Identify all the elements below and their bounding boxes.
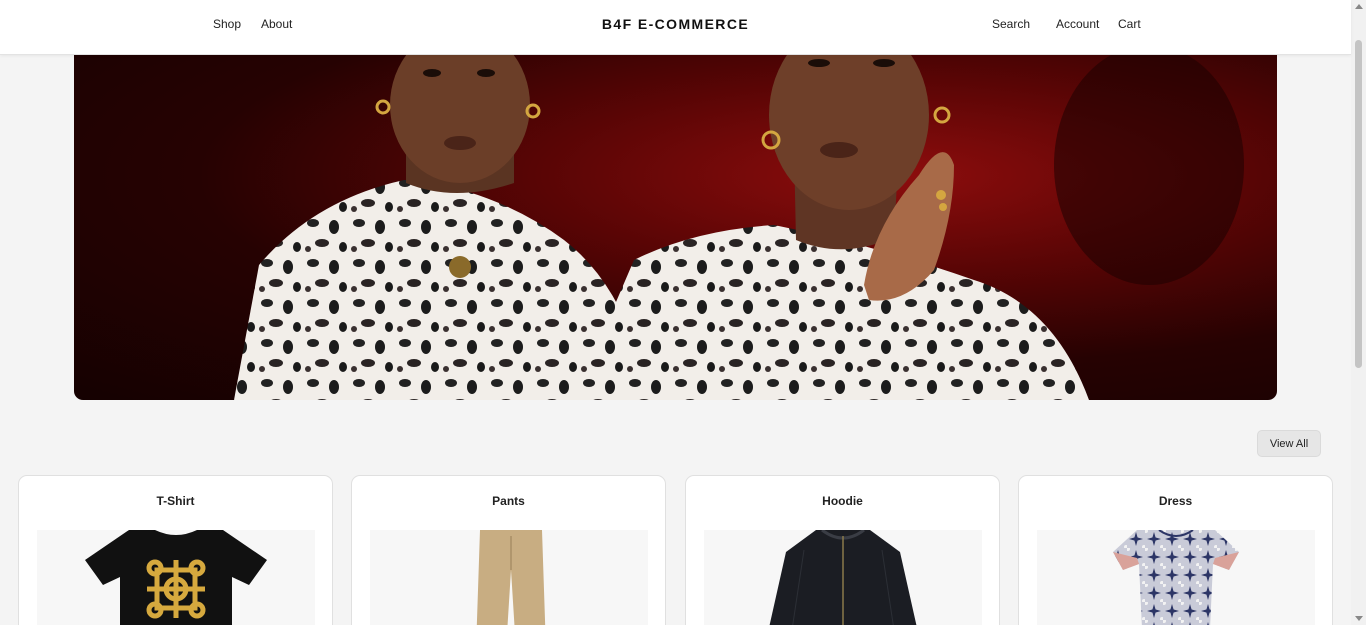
scrollbar-thumb[interactable] xyxy=(1355,40,1362,368)
product-card-hoodie[interactable]: Hoodie xyxy=(685,475,1000,625)
product-card-tshirt[interactable]: T-Shirt xyxy=(18,475,333,625)
product-title: Pants xyxy=(492,494,525,508)
hero-models-illustration xyxy=(234,55,1244,400)
product-title: Hoodie xyxy=(822,494,863,508)
product-card-pants[interactable]: Pants xyxy=(351,475,666,625)
hoodie-image xyxy=(704,528,982,625)
view-all-button[interactable]: View All xyxy=(1257,430,1321,457)
nav-cart-link[interactable]: Cart xyxy=(1118,17,1141,31)
hero-banner-image xyxy=(74,55,1277,400)
scroll-up-arrow-icon[interactable] xyxy=(1355,4,1363,9)
pants-image xyxy=(370,530,648,625)
product-title: Dress xyxy=(1158,494,1193,508)
nav-account-link[interactable]: Account xyxy=(1056,17,1099,31)
nav-search-link[interactable]: Search xyxy=(992,17,1030,31)
brand-logo[interactable]: B4F E-COMMERCE xyxy=(0,16,1351,32)
scroll-down-arrow-icon[interactable] xyxy=(1355,616,1363,621)
product-title: T-Shirt xyxy=(156,494,195,508)
dress-image xyxy=(1037,529,1315,625)
tshirt-image xyxy=(37,530,315,625)
product-card-dress[interactable]: Dress xyxy=(1018,475,1333,625)
top-nav-bar: Shop About B4F E-COMMERCE Search Account… xyxy=(0,0,1351,55)
page-scrollbar[interactable] xyxy=(1351,0,1366,625)
